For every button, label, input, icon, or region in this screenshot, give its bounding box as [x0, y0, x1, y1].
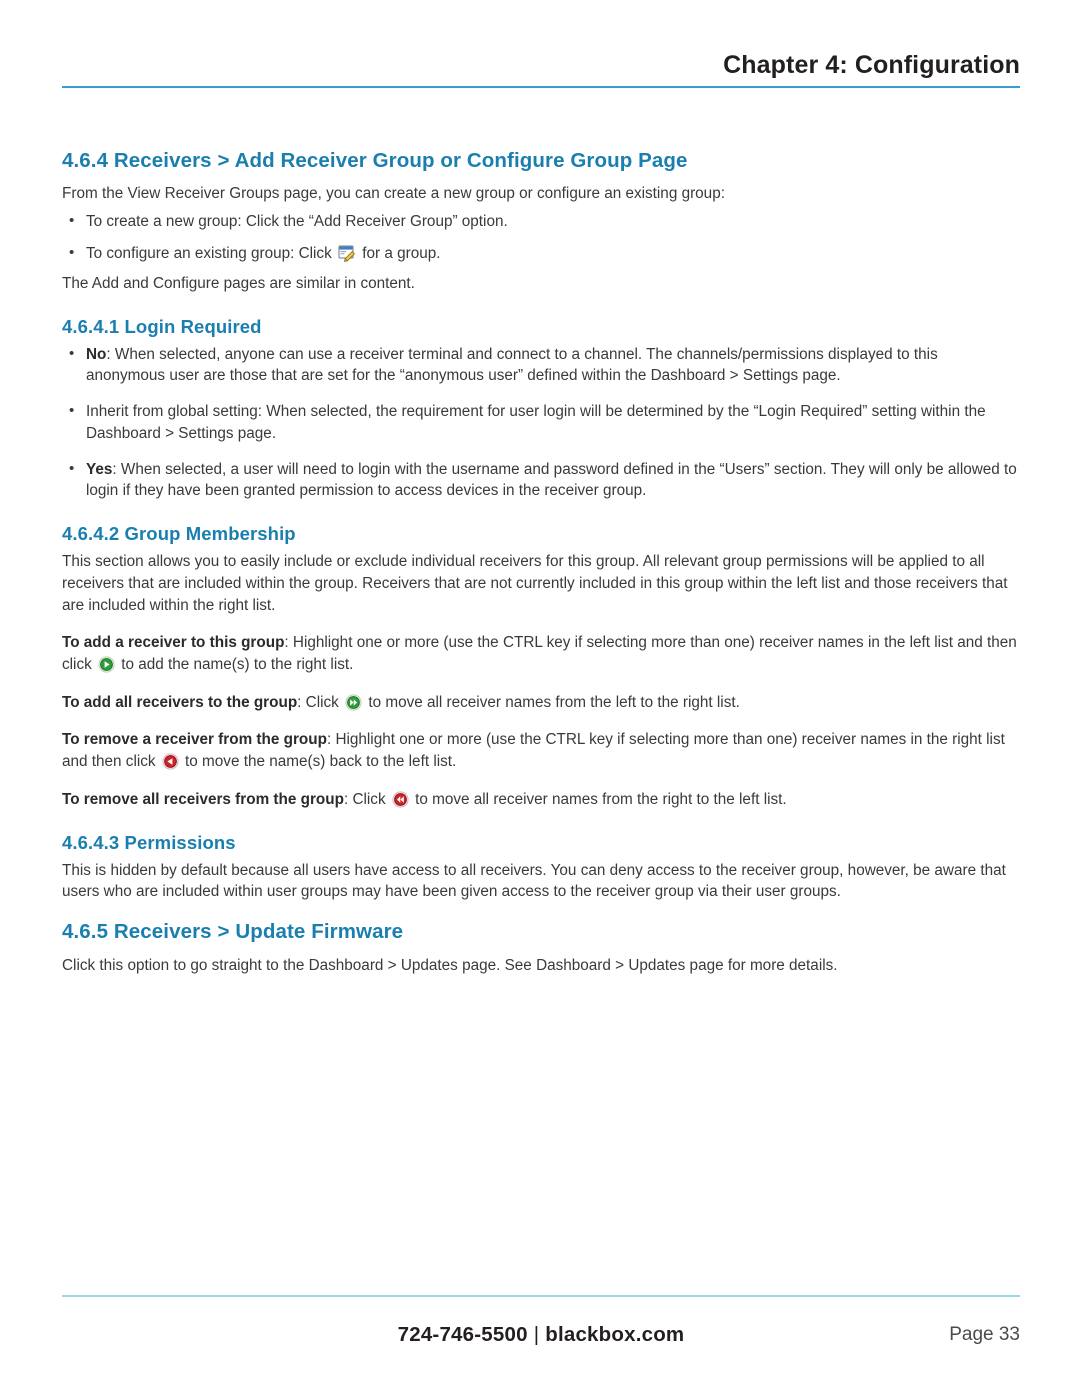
footer-divider [62, 1295, 1020, 1297]
list-item: To create a new group: Click the “Add Re… [62, 210, 1020, 233]
section-4-6-4-closing: The Add and Configure pages are similar … [62, 274, 415, 292]
list-item: Inherit from global setting: When select… [62, 400, 1020, 444]
footer-contact: 724-746-5500 | blackbox.com [62, 1323, 1020, 1347]
instruction-tail: to move all receiver names from the left… [368, 693, 740, 711]
section-heading-4-6-4: 4.6.4 Receivers > Add Receiver Group or … [62, 149, 688, 172]
instruction-lead: To add all receivers to the group [62, 693, 298, 711]
configure-edit-icon[interactable] [338, 244, 356, 262]
bullet-lead: Yes [86, 460, 113, 478]
page-content: 4.6.4 Receivers > Add Receiver Group or … [62, 148, 1020, 986]
instruction-lead: To remove all receivers from the group [62, 790, 344, 808]
instruction-tail: to add the name(s) to the right list. [121, 655, 354, 673]
header-divider [62, 85, 1020, 88]
instruction-remove-receiver: To remove a receiver from the group: Hig… [62, 729, 1020, 772]
double-arrow-right-green-icon[interactable] [345, 694, 362, 711]
section-4-6-4-bullets: To create a new group: Click the “Add Re… [62, 210, 1020, 265]
chapter-title: Chapter 4: Configuration [723, 51, 1020, 79]
bullet-text: To create a new group: Click the “Add Re… [86, 213, 508, 231]
document-page: Chapter 4: Configuration 4.6.4 Receivers… [0, 0, 1080, 1397]
section-heading-4-6-5: 4.6.5 Receivers > Update Firmware [62, 920, 404, 944]
instruction-remove-all-receivers: To remove all receivers from the group: … [62, 789, 1020, 811]
footer-separator: | [533, 1323, 540, 1346]
arrow-left-red-icon[interactable] [162, 753, 179, 770]
permissions-body: This is hidden by default because all us… [62, 861, 1006, 901]
page-number: Page 33 [949, 1324, 1020, 1345]
instruction-lead: To remove a receiver from the group [62, 731, 327, 749]
arrow-right-green-icon[interactable] [98, 656, 115, 673]
double-arrow-left-red-icon[interactable] [392, 791, 409, 808]
section-heading-4-6-4-1: 4.6.4.1 Login Required [62, 315, 262, 337]
list-item: To configure an existing group: Click fo… [62, 242, 1020, 265]
instruction-tail: to move the name(s) back to the left lis… [185, 753, 457, 771]
instruction-mid: : Click [343, 790, 386, 808]
instruction-add-receiver: To add a receiver to this group: Highlig… [62, 632, 1020, 675]
section-heading-4-6-4-2: 4.6.4.2 Group Membership [62, 522, 296, 544]
footer-website[interactable]: blackbox.com [545, 1323, 684, 1346]
instruction-add-all-receivers: To add all receivers to the group: Click… [62, 692, 1020, 714]
bullet-text: : When selected, anyone can use a receiv… [86, 345, 938, 385]
section-heading-4-6-4-3: 4.6.4.3 Permissions [62, 831, 236, 853]
instruction-mid: : Click [297, 693, 339, 711]
page-header: Chapter 4: Configuration [62, 51, 1020, 88]
footer-phone: 724-746-5500 [397, 1323, 528, 1346]
bullet-text: Inherit from global setting: When select… [86, 403, 986, 442]
group-membership-intro: This section allows you to easily includ… [62, 553, 1008, 614]
update-firmware-body: Click this option to go straight to the … [62, 956, 838, 974]
instruction-lead: To add a receiver to this group [62, 634, 285, 652]
page-footer: 724-746-5500 | blackbox.com Page 33 [62, 1295, 1020, 1351]
bullet-lead: No [86, 345, 107, 363]
bullet-text: : When selected, a user will need to log… [86, 460, 1017, 500]
bullet-text-pre: To configure an existing group: Click [86, 245, 332, 263]
bullet-text-post: for a group. [362, 245, 441, 263]
list-item: No: When selected, anyone can use a rece… [62, 343, 1020, 387]
section-4-6-4-intro: From the View Receiver Groups page, you … [62, 184, 725, 202]
list-item: Yes: When selected, a user will need to … [62, 457, 1020, 502]
instruction-tail: to move all receiver names from the righ… [415, 790, 787, 808]
login-required-bullets: No: When selected, anyone can use a rece… [62, 343, 1020, 502]
